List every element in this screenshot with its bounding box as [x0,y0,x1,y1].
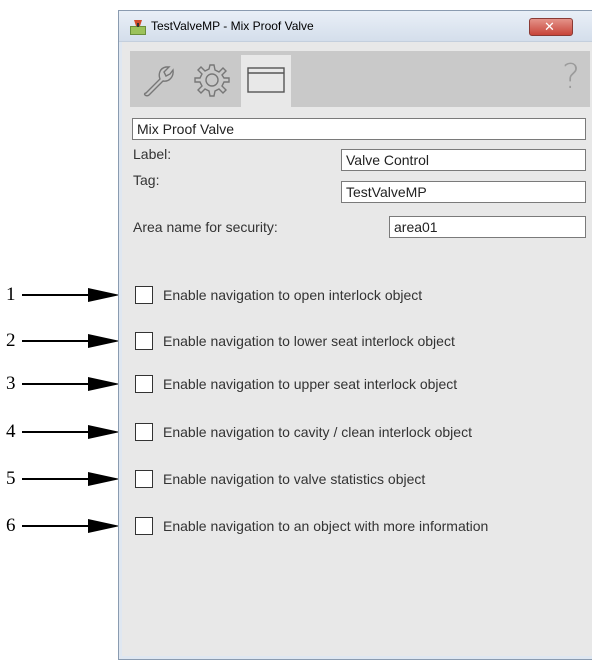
checkbox-label: Enable navigation to an object with more… [163,518,489,534]
arrow-right-icon [22,377,120,391]
checkbox-label: Enable navigation to open interlock obje… [163,287,423,303]
checkbox[interactable] [135,517,153,535]
checkbox[interactable] [135,286,153,304]
checkbox-label: Enable navigation to valve statistics ob… [163,471,426,487]
help-icon[interactable]: ? [562,57,580,97]
arrow-right-icon [22,472,120,486]
callout-number: 4 [6,421,16,442]
window-icon [247,67,285,93]
title-bar[interactable]: TestValveMP - Mix Proof Valve ✕ [119,11,592,42]
arrow-right-icon [22,334,120,348]
callout-4: 4 [0,422,125,442]
checkbox-label: Enable navigation to upper seat interloc… [163,376,458,392]
arrow-right-icon [22,519,120,533]
checkbox[interactable] [135,332,153,350]
callout-number: 5 [6,468,16,489]
checkbox[interactable] [135,375,153,393]
label-field[interactable]: Valve Control [341,149,586,171]
tab-maintenance[interactable] [133,55,183,107]
label-caption: Label: [133,146,172,162]
arrow-right-icon [22,288,120,302]
area-caption: Area name for security: [133,219,278,235]
tag-field[interactable]: TestValveMP [341,181,586,203]
gear-icon [194,64,230,97]
window-title: TestValveMP - Mix Proof Valve [151,19,314,33]
tab-strip: ? [130,51,590,107]
callout-5: 5 [0,469,125,489]
tag-caption: Tag: [133,172,160,188]
checkbox-label: Enable navigation to cavity / clean inte… [163,424,472,440]
tab-display[interactable] [241,55,291,107]
checkbox-label: Enable navigation to lower seat interloc… [163,333,455,349]
callout-2: 2 [0,331,125,351]
faceplate-window: TestValveMP - Mix Proof Valve ✕ ? Mix Pr… [118,10,592,660]
close-button[interactable]: ✕ [529,18,573,36]
callout-number: 1 [6,284,16,305]
checkbox[interactable] [135,470,153,488]
callout-6: 6 [0,516,125,536]
callout-number: 3 [6,373,16,394]
callout-1: 1 [0,285,125,305]
description-field[interactable]: Mix Proof Valve [132,118,586,140]
arrow-right-icon [22,425,120,439]
area-field[interactable]: area01 [389,216,586,238]
tab-engineering[interactable] [187,55,237,107]
checkbox[interactable] [135,423,153,441]
close-icon: ✕ [544,20,555,35]
callout-3: 3 [0,374,125,394]
app-icon [130,20,146,35]
wrench-icon [143,66,174,97]
callout-number: 6 [6,515,16,536]
callout-number: 2 [6,330,16,351]
